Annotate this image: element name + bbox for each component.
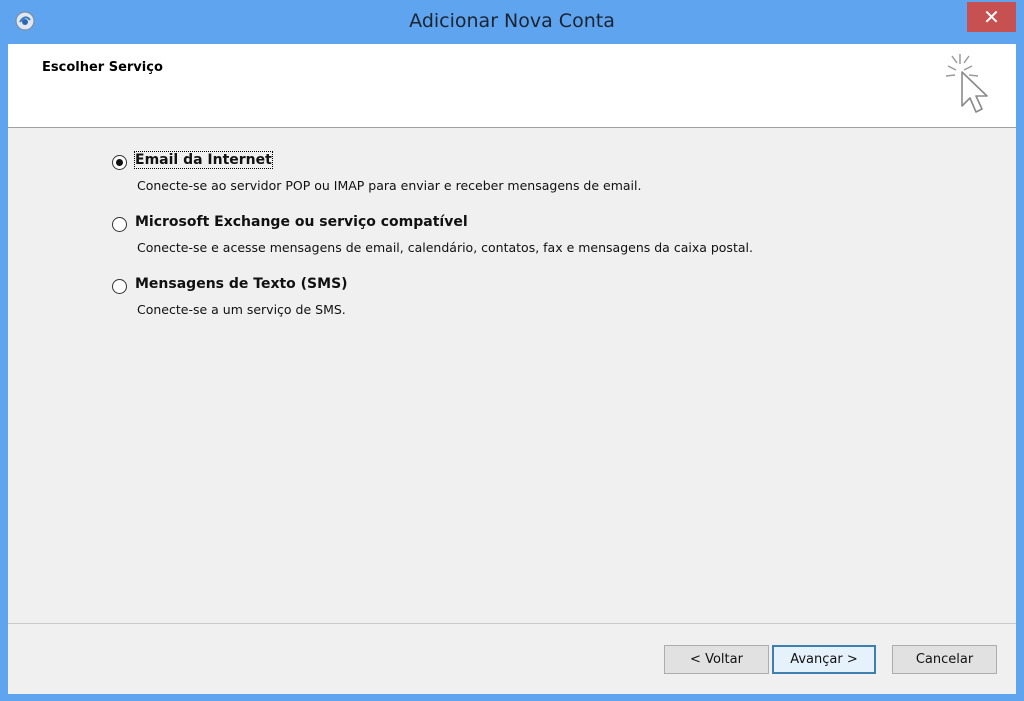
dialog-window: Adicionar Nova Conta ✕ Escolher Serviço	[0, 0, 1024, 701]
radio-microsoft-exchange[interactable]	[112, 217, 127, 232]
option-label[interactable]: Microsoft Exchange ou serviço compatível	[135, 214, 468, 230]
window-title: Adicionar Nova Conta	[409, 10, 615, 32]
option-label[interactable]: Email da Internet	[134, 151, 273, 169]
back-button[interactable]: < Voltar	[664, 645, 769, 674]
next-button[interactable]: Avançar >	[772, 645, 876, 674]
dialog-client-area: Escolher Serviço Email da Internet Conec…	[8, 44, 1016, 694]
radio-sms[interactable]	[112, 279, 127, 294]
footer-divider	[8, 623, 1016, 624]
close-button[interactable]: ✕	[967, 2, 1016, 32]
page-title: Escolher Serviço	[42, 60, 163, 75]
cursor-sparkle-icon	[945, 54, 988, 113]
option-label[interactable]: Mensagens de Texto (SMS)	[135, 276, 348, 292]
option-description: Conecte-se a um serviço de SMS.	[137, 302, 346, 317]
radio-email-internet[interactable]	[112, 155, 127, 170]
close-icon: ✕	[983, 5, 1000, 29]
option-description: Conecte-se ao servidor POP ou IMAP para …	[137, 178, 642, 193]
wizard-header: Escolher Serviço	[8, 44, 1016, 128]
title-bar[interactable]: Adicionar Nova Conta ✕	[0, 0, 1024, 44]
option-description: Conecte-se e acesse mensagens de email, …	[137, 240, 753, 255]
cancel-button[interactable]: Cancelar	[892, 645, 997, 674]
